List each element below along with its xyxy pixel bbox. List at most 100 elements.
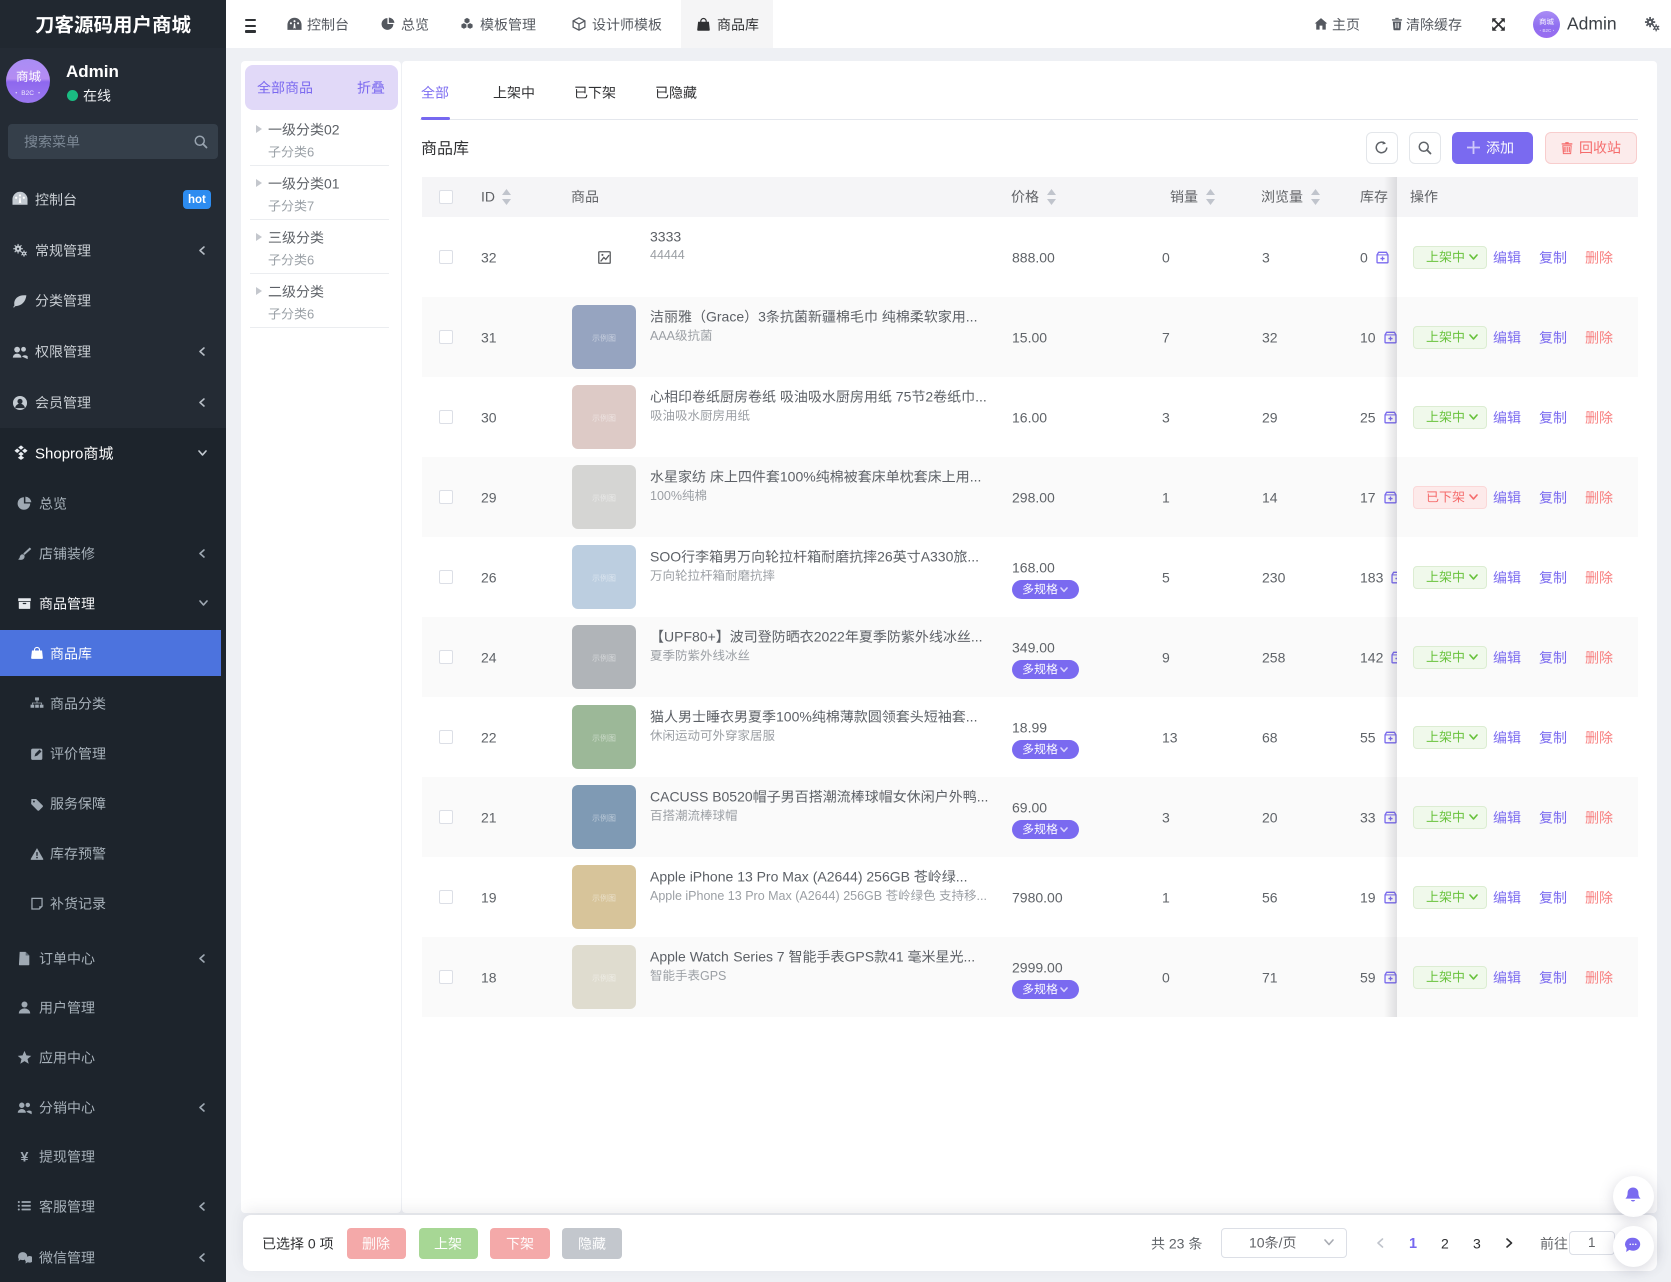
svg-text:3: 3 <box>758 309 766 325</box>
svg-text:...: ... <box>975 389 987 405</box>
svg-text:6: 6 <box>307 144 314 159</box>
svg-text:Apple: Apple <box>650 869 686 885</box>
svg-text:19: 19 <box>1360 889 1376 905</box>
svg-text:1: 1 <box>1162 489 1170 505</box>
svg-text:1: 1 <box>1588 1235 1596 1250</box>
svg-text:A330: A330 <box>921 549 954 565</box>
svg-text:0: 0 <box>1360 249 1368 265</box>
svg-text:19: 19 <box>481 889 497 905</box>
svg-text:...: ... <box>977 789 989 805</box>
svg-text:01: 01 <box>324 175 340 191</box>
svg-text:7: 7 <box>777 949 785 965</box>
svg-text:1: 1 <box>1162 889 1170 905</box>
svg-text:Max: Max <box>782 869 808 885</box>
svg-text:31: 31 <box>481 329 497 345</box>
svg-text:2: 2 <box>1441 1235 1449 1251</box>
svg-text:20: 20 <box>1262 809 1278 825</box>
svg-text:100%: 100% <box>776 709 812 725</box>
svg-text:3: 3 <box>1262 249 1270 265</box>
svg-text:24: 24 <box>481 649 497 665</box>
svg-text:15.00: 15.00 <box>1012 329 1047 345</box>
svg-text:Apple: Apple <box>650 949 686 965</box>
svg-text:26: 26 <box>877 549 893 565</box>
svg-text:B0520: B0520 <box>712 789 753 805</box>
svg-text:3333: 3333 <box>650 228 681 244</box>
svg-text:...: ... <box>966 709 978 725</box>
svg-text:...: ... <box>970 469 982 485</box>
svg-text:256GB: 256GB <box>866 869 910 885</box>
svg-text:...: ... <box>967 549 979 565</box>
svg-text:13: 13 <box>728 888 742 902</box>
svg-text:41: 41 <box>888 949 904 965</box>
svg-text:GPS: GPS <box>700 968 726 982</box>
svg-text:0: 0 <box>1162 969 1170 985</box>
svg-text:256GB: 256GB <box>843 888 882 902</box>
svg-text:29: 29 <box>1262 409 1278 425</box>
svg-text:Watch: Watch <box>690 949 729 965</box>
svg-text:0: 0 <box>307 1235 315 1251</box>
svg-text:2999.00: 2999.00 <box>1012 959 1063 975</box>
svg-text:(A2644): (A2644) <box>795 888 839 902</box>
svg-text:33: 33 <box>1360 809 1376 825</box>
svg-text:/: / <box>1279 1235 1283 1251</box>
svg-text:Admin: Admin <box>1567 14 1617 34</box>
svg-text:10: 10 <box>1249 1235 1265 1251</box>
svg-text:Grace: Grace <box>706 309 744 325</box>
svg-text:100%: 100% <box>650 488 682 502</box>
svg-text:349.00: 349.00 <box>1012 639 1055 655</box>
svg-text:3: 3 <box>1162 809 1170 825</box>
svg-text:21: 21 <box>481 809 497 825</box>
svg-text:69.00: 69.00 <box>1012 799 1047 815</box>
svg-text:100%: 100% <box>780 469 816 485</box>
svg-text:230: 230 <box>1262 569 1286 585</box>
svg-text:B2C: B2C <box>22 90 35 97</box>
svg-text:3: 3 <box>1473 1235 1481 1251</box>
svg-text:71: 71 <box>1262 969 1278 985</box>
svg-text:GPS: GPS <box>845 949 875 965</box>
svg-text:14: 14 <box>1262 489 1278 505</box>
svg-text:7: 7 <box>1162 329 1170 345</box>
svg-text:888.00: 888.00 <box>1012 249 1055 265</box>
svg-text:Admin: Admin <box>66 62 119 81</box>
svg-text:22: 22 <box>481 729 497 745</box>
svg-text:...: ... <box>977 888 987 902</box>
svg-text:Series: Series <box>733 949 773 965</box>
svg-text:B2C: B2C <box>1542 28 1552 33</box>
svg-text:iPhone: iPhone <box>685 888 724 902</box>
svg-text:29: 29 <box>481 489 497 505</box>
svg-text:...: ... <box>956 869 968 885</box>
svg-text:02: 02 <box>324 121 340 137</box>
svg-text:2: 2 <box>925 389 933 405</box>
svg-text:32: 32 <box>1262 329 1278 345</box>
svg-text:23: 23 <box>1169 1235 1185 1251</box>
svg-text:¥: ¥ <box>21 1149 29 1164</box>
svg-text:25: 25 <box>1360 409 1376 425</box>
svg-text:5: 5 <box>1162 569 1170 585</box>
svg-text:13: 13 <box>737 869 753 885</box>
svg-text:59: 59 <box>1360 969 1376 985</box>
svg-text:17: 17 <box>1360 489 1376 505</box>
svg-text:18.99: 18.99 <box>1012 719 1047 735</box>
svg-text:26: 26 <box>481 569 497 585</box>
svg-text:1: 1 <box>1409 1236 1417 1252</box>
svg-text:75: 75 <box>896 389 912 405</box>
svg-text:298.00: 298.00 <box>1012 489 1055 505</box>
svg-text:6: 6 <box>307 252 314 267</box>
svg-text:18: 18 <box>481 969 497 985</box>
svg-text:Max: Max <box>768 888 792 902</box>
svg-text:Apple: Apple <box>650 888 682 902</box>
svg-text:16.00: 16.00 <box>1012 409 1047 425</box>
svg-text:UPF80+: UPF80+ <box>664 629 716 645</box>
svg-text:2022: 2022 <box>814 629 845 645</box>
svg-text:...: ... <box>964 949 976 965</box>
svg-text:hot: hot <box>188 194 206 206</box>
svg-text:6: 6 <box>307 306 314 321</box>
svg-text:68: 68 <box>1262 729 1278 745</box>
svg-text:13: 13 <box>1162 729 1178 745</box>
svg-text:32: 32 <box>481 249 497 265</box>
svg-text:9: 9 <box>1162 649 1170 665</box>
svg-text:30: 30 <box>481 409 497 425</box>
svg-text:183: 183 <box>1360 569 1384 585</box>
svg-text:iPhone: iPhone <box>690 869 734 885</box>
svg-text:Pro: Pro <box>745 888 765 902</box>
